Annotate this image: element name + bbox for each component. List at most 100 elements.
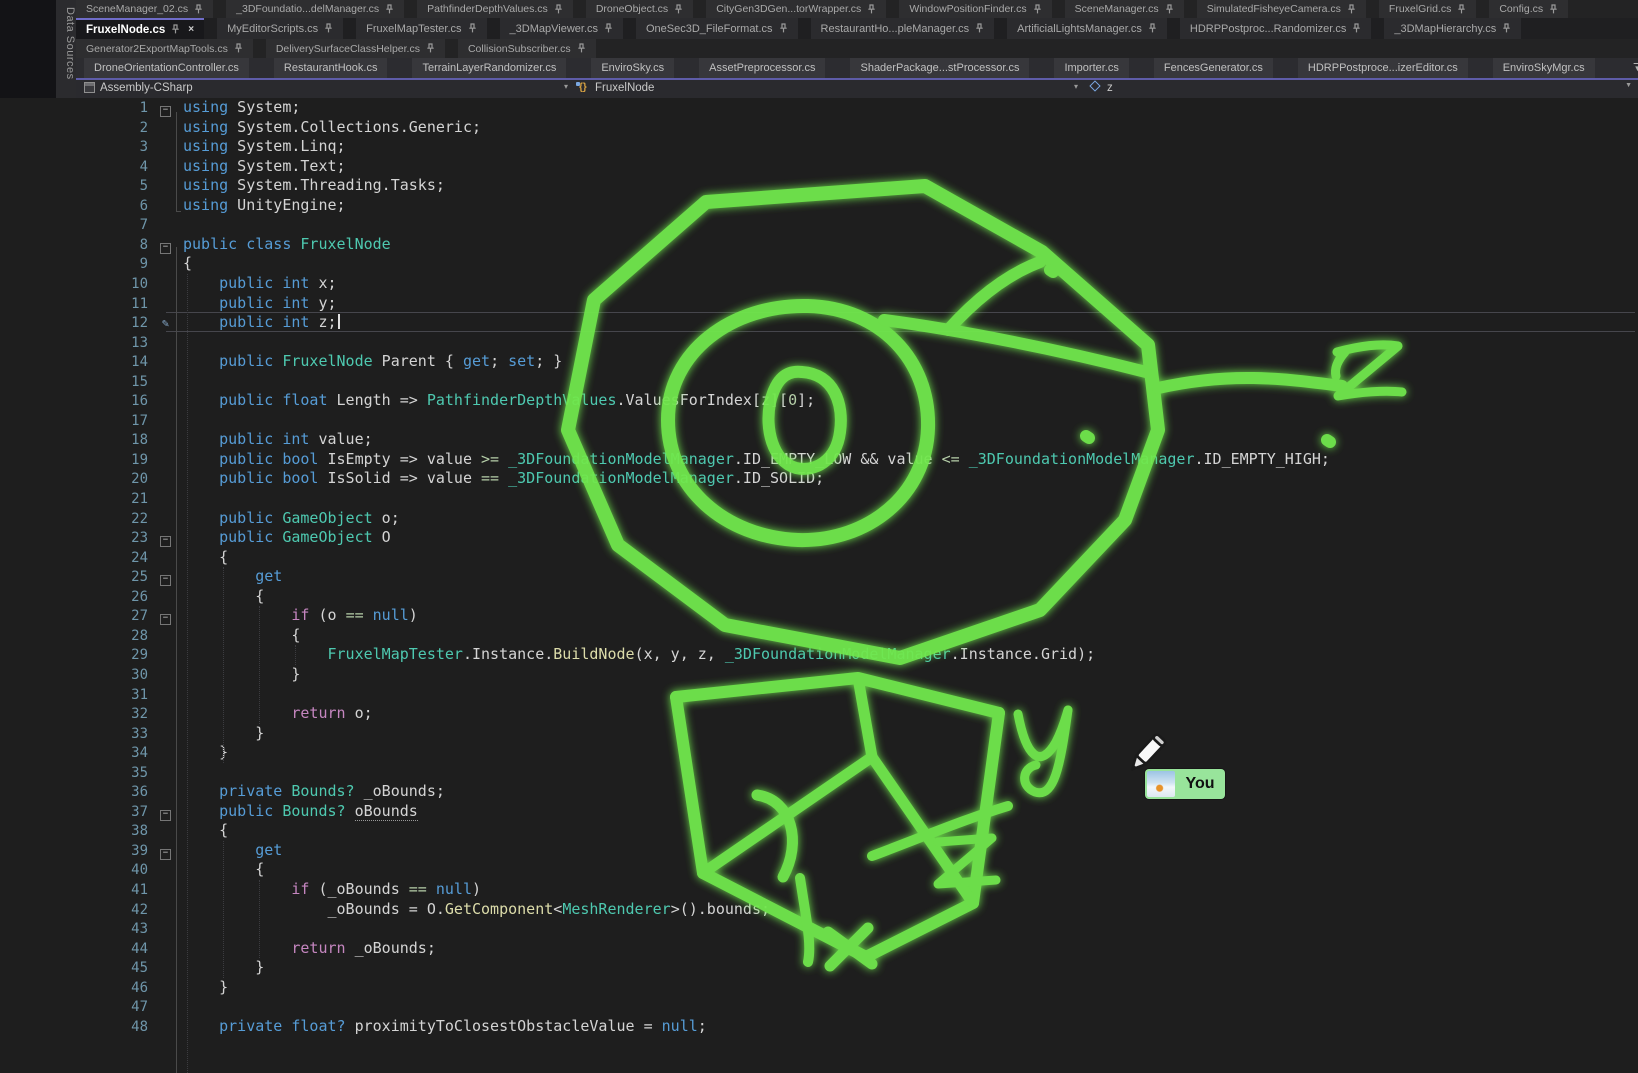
code-line-8[interactable]: 8−public class FruxelNode xyxy=(0,235,1638,255)
tab-SimulatedFisheyeCamera.cs[interactable]: SimulatedFisheyeCamera.cs xyxy=(1197,0,1366,18)
code-line-20[interactable]: 20 public bool IsSolid => value == _3DFo… xyxy=(0,469,1638,489)
tab-RestaurantHo...pleManager.cs[interactable]: RestaurantHo...pleManager.cs xyxy=(811,18,995,39)
tab-DroneOrientationController.cs[interactable]: DroneOrientationController.cs xyxy=(84,58,249,78)
tab-Config.cs[interactable]: Config.cs xyxy=(1489,0,1568,18)
code-line-29[interactable]: 29 FruxelMapTester.Instance.BuildNode(x,… xyxy=(0,645,1638,665)
tab-SceneManager_02.cs[interactable]: SceneManager_02.cs xyxy=(76,0,213,18)
code-line-35[interactable]: 35 xyxy=(0,763,1638,783)
code-line-39[interactable]: 39− get xyxy=(0,841,1638,861)
tab-ShaderPackage...stProcessor.cs[interactable]: ShaderPackage...stProcessor.cs xyxy=(850,58,1029,78)
code-line-31[interactable]: 31 xyxy=(0,685,1638,705)
tab-Generator2ExportMapTools.cs[interactable]: Generator2ExportMapTools.cs xyxy=(76,39,253,58)
code-line-14[interactable]: 14 public FruxelNode Parent { get; set; … xyxy=(0,352,1638,372)
code-line-38[interactable]: 38 { xyxy=(0,821,1638,841)
code-line-7[interactable]: 7 xyxy=(0,215,1638,235)
code-line-46[interactable]: 46 } xyxy=(0,978,1638,998)
code-line-2[interactable]: 2using System.Collections.Generic; xyxy=(0,118,1638,138)
tab-_3DFoundatio...delManager.cs[interactable]: _3DFoundatio...delManager.cs xyxy=(226,0,404,18)
chevron-down-icon[interactable]: ▾ xyxy=(564,82,568,91)
tab-EnviroSky.cs[interactable]: EnviroSky.cs xyxy=(591,58,674,78)
pin-icon[interactable] xyxy=(194,4,203,15)
breadcrumb-member[interactable]: z xyxy=(1107,82,1113,94)
code-line-17[interactable]: 17 xyxy=(0,411,1638,431)
breadcrumb-type[interactable]: FruxelNode xyxy=(595,82,654,94)
code-line-24[interactable]: 24 { xyxy=(0,548,1638,568)
tab-FruxelGrid.cs[interactable]: FruxelGrid.cs xyxy=(1379,0,1476,18)
code-line-19[interactable]: 19 public bool IsEmpty => value >= _3DFo… xyxy=(0,450,1638,470)
code-line-27[interactable]: 27− if (o == null) xyxy=(0,606,1638,626)
code-line-1[interactable]: 1−using System; xyxy=(0,98,1638,118)
pin-icon[interactable] xyxy=(1347,4,1356,15)
code-line-32[interactable]: 32 return o; xyxy=(0,704,1638,724)
code-line-15[interactable]: 15 xyxy=(0,372,1638,392)
pin-icon[interactable] xyxy=(1549,4,1558,15)
tab-DroneObject.cs[interactable]: DroneObject.cs xyxy=(586,0,693,18)
tab-EnviroSkyMgr.cs[interactable]: EnviroSkyMgr.cs xyxy=(1493,58,1595,78)
tab-DeliverySurfaceClassHelper.cs[interactable]: DeliverySurfaceClassHelper.cs xyxy=(266,39,445,58)
code-line-42[interactable]: 42 _oBounds = O.GetComponent<MeshRendere… xyxy=(0,900,1638,920)
code-line-4[interactable]: 4using System.Text; xyxy=(0,157,1638,177)
code-line-12[interactable]: 12✎ public int z; xyxy=(0,313,1638,333)
editor-options-chevron-icon[interactable]: ▼ xyxy=(1625,82,1632,89)
tab-FruxelMapTester.cs[interactable]: FruxelMapTester.cs xyxy=(356,18,486,39)
pin-icon[interactable] xyxy=(1502,23,1511,34)
code-line-18[interactable]: 18 public int value; xyxy=(0,430,1638,450)
tab-HDRPPostproce...izerEditor.cs[interactable]: HDRPPostproce...izerEditor.cs xyxy=(1298,58,1468,78)
tab-WindowPositionFinder.cs[interactable]: WindowPositionFinder.cs xyxy=(899,0,1051,18)
code-line-30[interactable]: 30 } xyxy=(0,665,1638,685)
code-line-11[interactable]: 11 public int y; xyxy=(0,294,1638,314)
pin-icon[interactable] xyxy=(426,43,435,54)
tab-MyEditorScripts.cs[interactable]: MyEditorScripts.cs xyxy=(217,18,343,39)
tab-Importer.cs[interactable]: Importer.cs xyxy=(1054,58,1128,78)
code-line-26[interactable]: 26 { xyxy=(0,587,1638,607)
code-line-3[interactable]: 3using System.Linq; xyxy=(0,137,1638,157)
code-line-25[interactable]: 25− get xyxy=(0,567,1638,587)
code-line-10[interactable]: 10 public int x; xyxy=(0,274,1638,294)
pin-icon[interactable] xyxy=(468,23,477,34)
code-line-21[interactable]: 21 xyxy=(0,489,1638,509)
code-line-45[interactable]: 45 } xyxy=(0,958,1638,978)
tab-PathfinderDepthValues.cs[interactable]: PathfinderDepthValues.cs xyxy=(417,0,573,18)
code-line-16[interactable]: 16 public float Length => PathfinderDept… xyxy=(0,391,1638,411)
tab-TerrainLayerRandomizer.cs[interactable]: TerrainLayerRandomizer.cs xyxy=(412,58,566,78)
fold-collapse-icon[interactable]: − xyxy=(160,575,171,586)
pin-icon[interactable] xyxy=(975,23,984,34)
pin-icon[interactable] xyxy=(1457,4,1466,15)
tab-SceneManager.cs[interactable]: SceneManager.cs xyxy=(1065,0,1184,18)
code-line-6[interactable]: 6using UnityEngine; xyxy=(0,196,1638,216)
fold-collapse-icon[interactable]: − xyxy=(160,536,171,547)
pin-icon[interactable] xyxy=(1165,4,1174,15)
chevron-down-icon[interactable]: ▾ xyxy=(1074,82,1078,91)
code-line-22[interactable]: 22 public GameObject o; xyxy=(0,509,1638,529)
code-line-34[interactable]: 34 } xyxy=(0,743,1638,763)
pin-icon[interactable] xyxy=(1352,23,1361,34)
pin-icon[interactable] xyxy=(171,24,180,35)
pin-icon[interactable] xyxy=(324,23,333,34)
tab-_3DMapHierarchy.cs[interactable]: _3DMapHierarchy.cs xyxy=(1384,18,1521,39)
code-line-43[interactable]: 43 xyxy=(0,919,1638,939)
tab-OneSec3D_FileFormat.cs[interactable]: OneSec3D_FileFormat.cs xyxy=(636,18,798,39)
fold-collapse-icon[interactable]: − xyxy=(160,106,171,117)
pin-icon[interactable] xyxy=(674,4,683,15)
tab-RestaurantHook.cs[interactable]: RestaurantHook.cs xyxy=(274,58,388,78)
pin-icon[interactable] xyxy=(604,23,613,34)
tab-_3DMapViewer.cs[interactable]: _3DMapViewer.cs xyxy=(500,18,623,39)
fold-collapse-icon[interactable]: − xyxy=(160,810,171,821)
code-line-44[interactable]: 44 return _oBounds; xyxy=(0,939,1638,959)
fold-collapse-icon[interactable]: − xyxy=(160,614,171,625)
close-icon[interactable]: × xyxy=(188,24,194,35)
code-line-41[interactable]: 41 if (_oBounds == null) xyxy=(0,880,1638,900)
code-line-28[interactable]: 28 { xyxy=(0,626,1638,646)
code-line-13[interactable]: 13 xyxy=(0,333,1638,353)
pin-icon[interactable] xyxy=(1148,23,1157,34)
code-editor[interactable]: 1−using System;2using System.Collections… xyxy=(0,98,1638,1073)
code-line-47[interactable]: 47 xyxy=(0,997,1638,1017)
code-line-33[interactable]: 33 } xyxy=(0,724,1638,744)
code-line-36[interactable]: 36 private Bounds? _oBounds; xyxy=(0,782,1638,802)
pin-icon[interactable] xyxy=(234,43,243,54)
tab-FencesGenerator.cs[interactable]: FencesGenerator.cs xyxy=(1154,58,1273,78)
code-line-9[interactable]: 9{ xyxy=(0,254,1638,274)
tab-AssetPreprocessor.cs[interactable]: AssetPreprocessor.cs xyxy=(699,58,825,78)
pin-icon[interactable] xyxy=(779,23,788,34)
code-line-23[interactable]: 23− public GameObject O xyxy=(0,528,1638,548)
